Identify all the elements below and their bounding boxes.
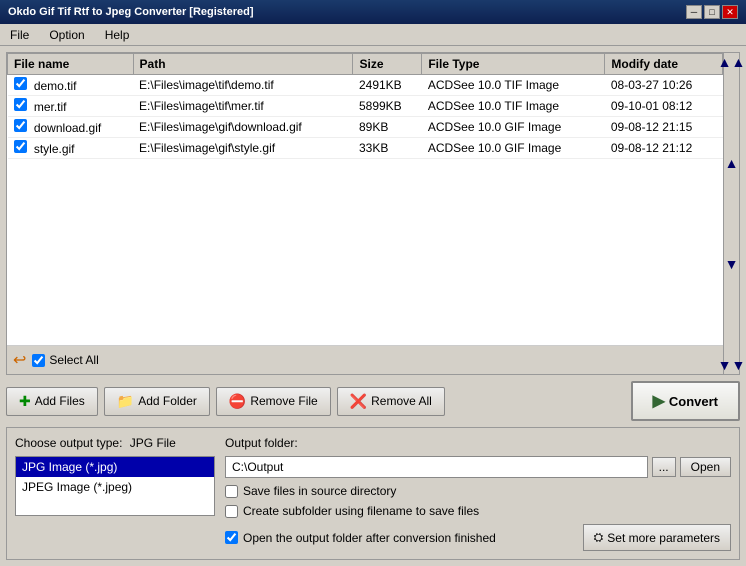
file-list-panel: File name Path Size File Type Modify dat… — [6, 52, 740, 375]
col-modifydate: Modify date — [605, 54, 723, 75]
minimize-button[interactable]: ─ — [686, 5, 702, 19]
scroll-arrows: ▲▲ ▲ ▼ ▼▼ — [723, 53, 739, 374]
file-name-cell: style.gif — [8, 138, 134, 159]
type-list-item[interactable]: JPG Image (*.jpg) — [16, 457, 214, 477]
gear-icon: ⛭ — [594, 530, 604, 545]
title-text: Okdo Gif Tif Rtf to Jpeg Converter [Regi… — [8, 6, 254, 18]
table-row[interactable]: mer.tif E:\Files\image\tif\mer.tif 5899K… — [8, 96, 723, 117]
scroll-bottom-icon[interactable]: ▼▼ — [718, 358, 746, 372]
row-checkbox[interactable] — [14, 98, 27, 111]
file-list-bottom: ↩ Select All — [7, 345, 739, 374]
file-type-cell: ACDSee 10.0 GIF Image — [422, 138, 605, 159]
table-row[interactable]: download.gif E:\Files\image\gif\download… — [8, 117, 723, 138]
browse-button[interactable]: ... — [652, 457, 676, 477]
set-params-button[interactable]: ⛭ Set more parameters — [583, 524, 731, 551]
output-right: Output folder: ... Open Save files in so… — [225, 436, 731, 551]
file-date-cell: 09-08-12 21:12 — [605, 138, 723, 159]
file-path-cell: E:\Files\image\tif\demo.tif — [133, 75, 353, 96]
output-folder-input[interactable] — [225, 456, 648, 478]
title-bar: Okdo Gif Tif Rtf to Jpeg Converter [Regi… — [0, 0, 746, 24]
checkbox-open-output: Open the output folder after conversion … — [225, 531, 496, 545]
table-row[interactable]: demo.tif E:\Files\image\tif\demo.tif 249… — [8, 75, 723, 96]
file-date-cell: 09-10-01 08:12 — [605, 96, 723, 117]
row-checkbox[interactable] — [14, 77, 27, 90]
menu-option[interactable]: Option — [43, 26, 90, 44]
file-size-cell: 2491KB — [353, 75, 422, 96]
col-filename: File name — [8, 54, 134, 75]
remove-all-button[interactable]: ❌ Remove All — [337, 387, 445, 416]
scroll-up-icon[interactable]: ▲ — [725, 156, 739, 170]
select-all-checkbox[interactable] — [32, 354, 45, 367]
remove-file-button[interactable]: ⛔ Remove File — [216, 387, 331, 416]
file-size-cell: 5899KB — [353, 96, 422, 117]
remove-icon: ⛔ — [229, 393, 246, 410]
output-left: Choose output type: JPG File JPG Image (… — [15, 436, 215, 551]
col-path: Path — [133, 54, 353, 75]
open-folder-button[interactable]: Open — [680, 457, 731, 477]
file-type-cell: ACDSee 10.0 TIF Image — [422, 96, 605, 117]
open-output-checkbox[interactable] — [225, 531, 238, 544]
folder-row: ... Open — [225, 456, 731, 478]
file-table: File name Path Size File Type Modify dat… — [7, 53, 723, 159]
file-size-cell: 33KB — [353, 138, 422, 159]
checkbox-save-source: Save files in source directory — [225, 484, 731, 498]
buttons-row: ✚ Add Files 📁 Add Folder ⛔ Remove File ❌… — [6, 381, 740, 421]
file-path-cell: E:\Files\image\tif\mer.tif — [133, 96, 353, 117]
file-name-cell: demo.tif — [8, 75, 134, 96]
create-subfolder-checkbox[interactable] — [225, 505, 238, 518]
scroll-top-icon[interactable]: ▲▲ — [718, 55, 746, 69]
main-content: File name Path Size File Type Modify dat… — [0, 46, 746, 566]
file-path-cell: E:\Files\image\gif\style.gif — [133, 138, 353, 159]
menu-help[interactable]: Help — [99, 26, 136, 44]
menu-bar: File Option Help — [0, 24, 746, 46]
checkbox-create-subfolder: Create subfolder using filename to save … — [225, 504, 731, 518]
add-folder-button[interactable]: 📁 Add Folder — [104, 387, 210, 416]
table-row[interactable]: style.gif E:\Files\image\gif\style.gif 3… — [8, 138, 723, 159]
row-checkbox[interactable] — [14, 119, 27, 132]
menu-file[interactable]: File — [4, 26, 35, 44]
col-filetype: File Type — [422, 54, 605, 75]
folder-icon: 📁 — [117, 393, 134, 410]
convert-icon: ▶ — [653, 391, 665, 411]
output-folder-label: Output folder: — [225, 436, 731, 450]
choose-type-label-row: Choose output type: JPG File — [15, 436, 215, 450]
scroll-down-icon[interactable]: ▼ — [725, 257, 739, 271]
type-list-item[interactable]: JPEG Image (*.jpeg) — [16, 477, 214, 497]
remove-all-icon: ❌ — [350, 393, 367, 410]
back-icon[interactable]: ↩ — [13, 350, 26, 370]
title-buttons: ─ □ ✕ — [686, 5, 738, 19]
output-section: Choose output type: JPG File JPG Image (… — [6, 427, 740, 560]
add-icon: ✚ — [19, 393, 31, 410]
col-size: Size — [353, 54, 422, 75]
select-all-label[interactable]: Select All — [32, 353, 98, 367]
file-date-cell: 09-08-12 21:15 — [605, 117, 723, 138]
add-files-button[interactable]: ✚ Add Files — [6, 387, 98, 416]
file-type-cell: ACDSee 10.0 GIF Image — [422, 117, 605, 138]
row-checkbox[interactable] — [14, 140, 27, 153]
save-source-checkbox[interactable] — [225, 485, 238, 498]
close-button[interactable]: ✕ — [722, 5, 738, 19]
type-list: JPG Image (*.jpg)JPEG Image (*.jpeg) — [15, 456, 215, 516]
file-name-cell: mer.tif — [8, 96, 134, 117]
file-type-cell: ACDSee 10.0 TIF Image — [422, 75, 605, 96]
file-size-cell: 89KB — [353, 117, 422, 138]
convert-button[interactable]: ▶ Convert — [631, 381, 740, 421]
maximize-button[interactable]: □ — [704, 5, 720, 19]
file-path-cell: E:\Files\image\gif\download.gif — [133, 117, 353, 138]
file-name-cell: download.gif — [8, 117, 134, 138]
file-date-cell: 08-03-27 10:26 — [605, 75, 723, 96]
